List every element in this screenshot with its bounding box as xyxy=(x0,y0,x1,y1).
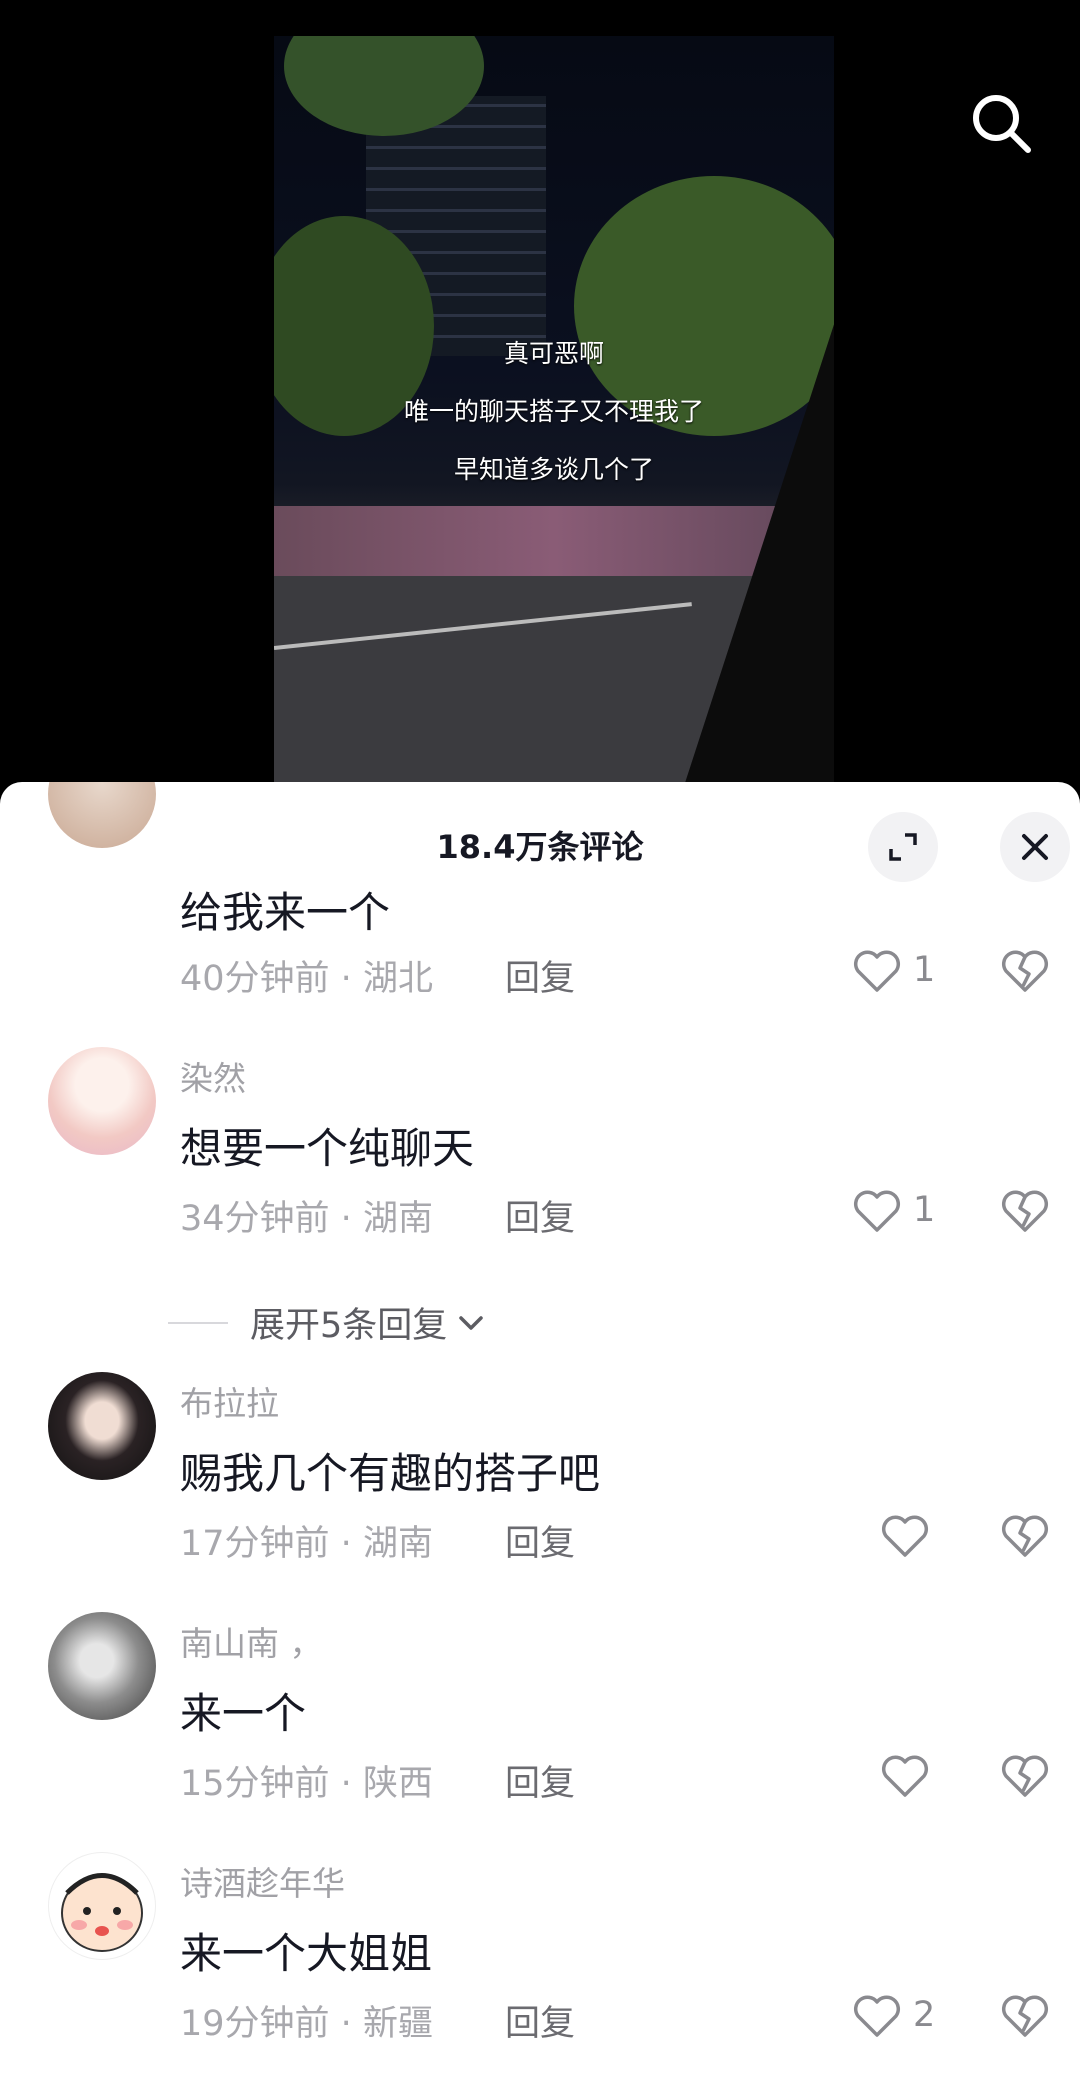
comment-username[interactable]: 布拉拉 xyxy=(180,1377,279,1425)
heart-icon[interactable] xyxy=(852,948,902,994)
close-button[interactable] xyxy=(1000,812,1070,882)
video-caption-line: 唯一的聊天搭子又不理我了 xyxy=(403,397,704,426)
like-count: 1 xyxy=(913,950,936,990)
heart-icon[interactable] xyxy=(852,1188,902,1234)
flowerbed-shape xyxy=(274,506,834,576)
reply-button[interactable]: 回复 xyxy=(505,1515,575,1566)
comment-text: 想要一个纯聊天 xyxy=(180,1124,475,1173)
heart-icon[interactable] xyxy=(880,1753,930,1799)
comment-text: 赐我几个有趣的搭子吧 xyxy=(180,1449,601,1498)
comment-time: 17分钟前 xyxy=(180,1524,330,1564)
heart-icon[interactable] xyxy=(880,1513,930,1559)
video-player[interactable]: 真可恶啊 唯一的聊天搭子又不理我了 早知道多谈几个了 xyxy=(0,36,1080,782)
heart-icon[interactable] xyxy=(852,1993,902,2039)
reply-button[interactable]: 回复 xyxy=(505,1995,575,2046)
expand-icon xyxy=(889,833,917,861)
avatar[interactable] xyxy=(48,1612,156,1720)
comment-meta: 19分钟前 · 新疆 xyxy=(180,2004,433,2044)
video-frame: 真可恶啊 唯一的聊天搭子又不理我了 早知道多谈几个了 xyxy=(274,36,834,782)
comment-text: 来一个大姐姐 xyxy=(180,1929,433,1978)
comment-username[interactable]: 诗酒趁年华 xyxy=(180,1857,345,1905)
comment-meta: 17分钟前 · 湖南 xyxy=(180,1524,433,1564)
reply-button[interactable]: 回复 xyxy=(505,1755,575,1806)
comment-region: 湖南 xyxy=(362,1199,433,1239)
broken-heart-icon[interactable] xyxy=(1000,1753,1050,1799)
status-bar xyxy=(0,0,1080,36)
expand-replies-label: 展开5条回复 xyxy=(250,1306,448,1346)
video-caption-line: 真可恶啊 xyxy=(503,339,604,368)
comment-region: 湖北 xyxy=(362,959,433,999)
comment-username[interactable]: 染然 xyxy=(180,1052,246,1100)
comment-time: 19分钟前 xyxy=(180,2004,330,2044)
cartoon-face-icon xyxy=(61,1873,143,1952)
comment-region: 陕西 xyxy=(362,1764,433,1804)
close-icon xyxy=(1022,834,1048,860)
broken-heart-icon[interactable] xyxy=(1000,1993,1050,2039)
chevron-down-icon xyxy=(459,1315,484,1330)
avatar[interactable] xyxy=(48,1852,156,1960)
comment-meta: 40分钟前 · 湖北 xyxy=(180,959,433,999)
comments-sheet: 18.4万条评论 给我来一个 40分钟前 · 湖北 回复 1 染然 想要一个纯聊… xyxy=(0,782,1080,2073)
comment-meta: 15分钟前 · 陕西 xyxy=(180,1764,433,1804)
comment-meta: 34分钟前 · 湖南 xyxy=(180,1199,433,1239)
search-button[interactable] xyxy=(966,88,1036,158)
comment-username[interactable]: 南山南 ， xyxy=(180,1617,323,1665)
comment-region: 湖南 xyxy=(362,1524,433,1564)
search-icon xyxy=(973,95,1031,153)
comment-time: 34分钟前 xyxy=(180,1199,330,1239)
comment-text: 来一个 xyxy=(180,1689,307,1738)
comment-time: 15分钟前 xyxy=(180,1764,330,1804)
broken-heart-icon[interactable] xyxy=(1000,1513,1050,1559)
avatar[interactable] xyxy=(48,1372,156,1480)
comment-region: 新疆 xyxy=(362,2004,433,2044)
avatar[interactable] xyxy=(48,1047,156,1155)
broken-heart-icon[interactable] xyxy=(1000,948,1050,994)
broken-heart-icon[interactable] xyxy=(1000,1188,1050,1234)
comment-time: 40分钟前 xyxy=(180,959,330,999)
comment-text: 给我来一个 xyxy=(180,888,391,937)
like-count: 1 xyxy=(913,1190,936,1230)
expand-sheet-button[interactable] xyxy=(868,812,938,882)
video-caption-line: 早知道多谈几个了 xyxy=(453,455,654,484)
reply-button[interactable]: 回复 xyxy=(505,1190,575,1241)
divider xyxy=(168,1321,228,1324)
like-count: 2 xyxy=(913,1995,936,2035)
reply-button[interactable]: 回复 xyxy=(505,950,575,1001)
expand-replies-button[interactable]: 展开5条回复 xyxy=(168,1297,489,1348)
